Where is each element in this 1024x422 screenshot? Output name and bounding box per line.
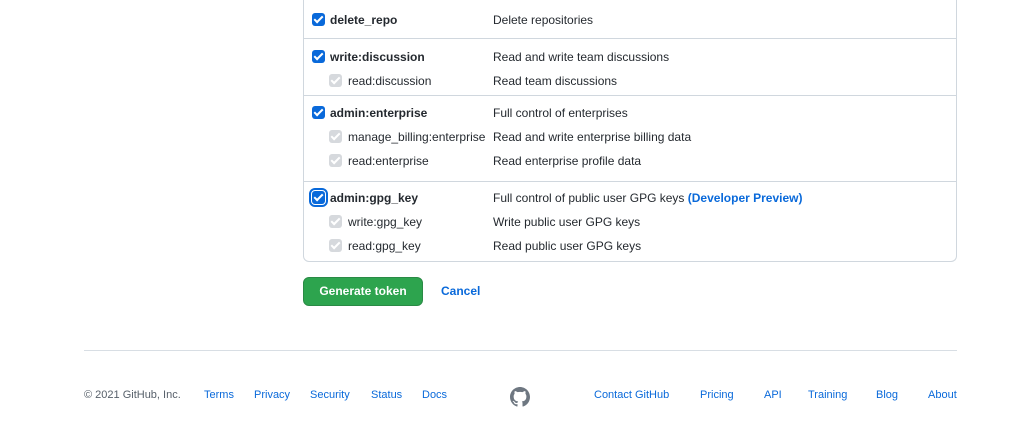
developer-preview-link[interactable]: (Developer Preview) bbox=[688, 191, 803, 205]
scope-name: read:enterprise bbox=[348, 154, 429, 168]
footer-link-blog[interactable]: Blog bbox=[876, 388, 898, 402]
scope-row-read-enterprise: read:enterprise Read enterprise profile … bbox=[304, 149, 956, 173]
scope-name: admin:gpg_key bbox=[330, 191, 419, 205]
footer-link-status[interactable]: Status bbox=[371, 388, 402, 402]
scope-desc: Read enterprise profile data bbox=[493, 154, 642, 168]
scope-name: read:gpg_key bbox=[348, 239, 421, 253]
footer-link-pricing[interactable]: Pricing bbox=[700, 388, 734, 402]
footer-link-privacy[interactable]: Privacy bbox=[254, 388, 290, 402]
scope-desc: Delete repositories bbox=[493, 13, 594, 27]
scope-desc: Full control of enterprises bbox=[493, 106, 628, 120]
footer-copyright: © 2021 GitHub, Inc. bbox=[84, 389, 181, 401]
scope-row-admin-enterprise: admin:enterprise Full control of enterpr… bbox=[304, 101, 956, 125]
scope-desc: Read and write team discussions bbox=[493, 50, 670, 64]
write-gpg-key-checkbox[interactable] bbox=[329, 215, 342, 228]
admin-gpg-key-checkbox[interactable] bbox=[309, 188, 328, 207]
read-gpg-key-checkbox[interactable] bbox=[329, 239, 342, 252]
scope-row-read-gpg-key: read:gpg_key Read public user GPG keys bbox=[304, 234, 956, 258]
scope-name: write:discussion bbox=[330, 50, 425, 64]
scope-group-gpg-key: admin:gpg_key Full control of public use… bbox=[304, 181, 956, 261]
scope-desc: Write public user GPG keys bbox=[493, 215, 641, 229]
footer-link-about[interactable]: About bbox=[928, 388, 957, 402]
scope-name: delete_repo bbox=[330, 13, 398, 27]
manage-billing-enterprise-checkbox[interactable] bbox=[329, 130, 342, 143]
generate-token-button[interactable]: Generate token bbox=[303, 277, 423, 306]
footer-link-terms[interactable]: Terms bbox=[204, 388, 234, 402]
scopes-list: delete_repo Delete repositories write:di… bbox=[303, 0, 957, 262]
scope-group-delete-repo: delete_repo Delete repositories bbox=[304, 0, 956, 38]
scope-desc: Full control of public user GPG keys (De… bbox=[493, 191, 802, 205]
scope-desc: Read team discussions bbox=[493, 74, 618, 88]
scope-desc: Read public user GPG keys bbox=[493, 239, 642, 253]
scope-row-delete-repo: delete_repo Delete repositories bbox=[304, 8, 956, 32]
admin-enterprise-checkbox[interactable] bbox=[312, 106, 325, 119]
read-enterprise-checkbox[interactable] bbox=[329, 154, 342, 167]
cancel-link[interactable]: Cancel bbox=[441, 284, 480, 298]
scope-name: admin:enterprise bbox=[330, 106, 428, 120]
scope-row-read-discussion: read:discussion Read team discussions bbox=[304, 69, 956, 93]
scope-group-discussion: write:discussion Read and write team dis… bbox=[304, 38, 956, 95]
scope-name: manage_billing:enterprise bbox=[348, 130, 486, 144]
scope-name: write:gpg_key bbox=[348, 215, 423, 229]
read-discussion-checkbox[interactable] bbox=[329, 74, 342, 87]
scope-row-write-discussion: write:discussion Read and write team dis… bbox=[304, 45, 956, 69]
delete-repo-checkbox[interactable] bbox=[312, 13, 325, 26]
scope-desc-text: Full control of public user GPG keys bbox=[493, 191, 685, 205]
scope-group-enterprise: admin:enterprise Full control of enterpr… bbox=[304, 95, 956, 181]
scope-name: read:discussion bbox=[348, 74, 432, 88]
footer-link-api[interactable]: API bbox=[764, 388, 782, 402]
scope-row-write-gpg-key: write:gpg_key Write public user GPG keys bbox=[304, 210, 956, 234]
scope-row-admin-gpg-key: admin:gpg_key Full control of public use… bbox=[304, 186, 956, 210]
scope-desc: Read and write enterprise billing data bbox=[493, 130, 692, 144]
github-mark-icon[interactable] bbox=[510, 387, 530, 407]
write-discussion-checkbox[interactable] bbox=[312, 50, 325, 63]
footer-divider bbox=[84, 350, 957, 351]
scope-row-manage-billing-enterprise: manage_billing:enterprise Read and write… bbox=[304, 125, 956, 149]
footer-link-docs[interactable]: Docs bbox=[422, 388, 447, 402]
footer-link-contact-github[interactable]: Contact GitHub bbox=[594, 388, 669, 402]
footer-link-training[interactable]: Training bbox=[808, 388, 847, 402]
footer-link-security[interactable]: Security bbox=[310, 388, 350, 402]
